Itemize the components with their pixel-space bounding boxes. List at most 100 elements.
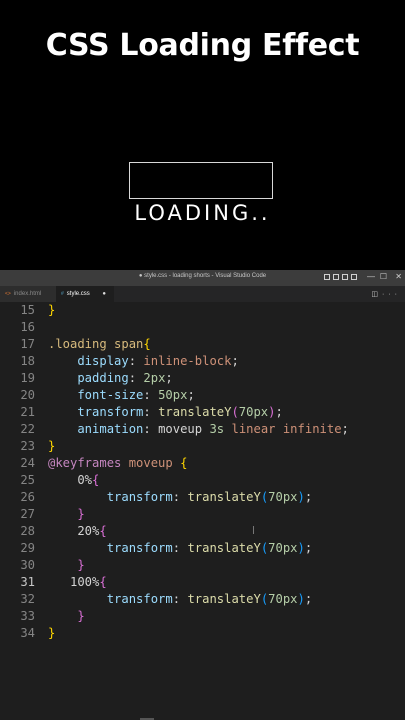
line-number: 24 <box>20 456 35 470</box>
customize-layout-icon[interactable] <box>351 274 357 280</box>
code-text: display: inline-block; <box>48 353 239 370</box>
code-line[interactable]: 16 <box>0 319 405 336</box>
code-token: inline-block <box>143 354 232 368</box>
code-line[interactable]: 34} <box>0 625 405 642</box>
code-line[interactable]: 20 font-size: 50px; <box>0 387 405 404</box>
close-icon[interactable]: ✕ <box>395 272 402 281</box>
code-token: 2px <box>143 371 166 385</box>
code-token: 100% <box>48 575 100 589</box>
code-token: : <box>143 422 159 436</box>
code-token: translateY <box>187 541 261 555</box>
unsaved-dot-icon[interactable]: ● <box>102 286 106 302</box>
line-number: 21 <box>20 405 35 419</box>
line-number: 22 <box>20 422 35 436</box>
code-token: } <box>48 609 85 623</box>
code-token: ; <box>304 592 313 606</box>
line-number: 32 <box>20 592 35 606</box>
code-line[interactable]: 28 20%{ <box>0 523 405 540</box>
code-text: transform: translateY(70px); <box>48 489 313 506</box>
minimize-icon[interactable]: — <box>367 272 375 281</box>
toggle-sidebar-icon[interactable] <box>324 274 330 280</box>
vscode-window: ● style.css - loading shorts - Visual St… <box>0 270 405 720</box>
editor-actions: ◫··· <box>371 290 401 298</box>
code-text: .loading span{ <box>48 336 151 353</box>
code-token: padding <box>48 371 129 385</box>
css-file-icon: # <box>61 291 64 297</box>
code-text: } <box>48 506 85 523</box>
code-line[interactable]: 21 transform: translateY(70px); <box>0 404 405 421</box>
line-number: 17 <box>20 337 35 351</box>
line-number: 16 <box>20 320 35 334</box>
code-line[interactable]: 18 display: inline-block; <box>0 353 405 370</box>
maximize-icon[interactable]: ☐ <box>380 272 387 281</box>
tab-bar: <> index.html # style.css ● ◫··· <box>0 286 405 302</box>
code-token: ; <box>187 388 195 402</box>
code-line[interactable]: 26 transform: translateY(70px); <box>0 489 405 506</box>
code-token: font-size <box>48 388 144 402</box>
line-number: 23 <box>20 439 35 453</box>
code-line[interactable]: 19 padding: 2px; <box>0 370 405 387</box>
code-line[interactable]: 23} <box>0 438 405 455</box>
code-token: ; <box>165 371 173 385</box>
code-token: : <box>172 490 188 504</box>
code-line[interactable]: 32 transform: translateY(70px); <box>0 591 405 608</box>
code-editor[interactable]: 15} 16 17 .loading span{18 display: inline-… <box>0 302 405 642</box>
code-token: 0% <box>48 473 93 487</box>
code-token: { <box>99 575 107 589</box>
layout-controls <box>324 274 357 280</box>
line-number: 25 <box>20 473 35 487</box>
code-token: } <box>48 558 85 572</box>
code-token: 70px <box>238 405 269 419</box>
code-token: .loading span <box>48 337 144 351</box>
code-token: { <box>92 473 100 487</box>
code-token: translateY <box>187 592 261 606</box>
line-number: 20 <box>20 388 35 402</box>
code-token: : <box>128 371 144 385</box>
toggle-secondary-sidebar-icon[interactable] <box>342 274 348 280</box>
code-token: } <box>48 507 85 521</box>
code-line[interactable]: 30 } <box>0 557 405 574</box>
code-text: } <box>48 608 85 625</box>
code-token: ) <box>297 490 305 504</box>
toggle-panel-icon[interactable] <box>333 274 339 280</box>
line-number: 29 <box>20 541 35 555</box>
code-line[interactable]: 27 } <box>0 506 405 523</box>
code-text: font-size: 50px; <box>48 387 195 404</box>
code-line[interactable]: 33 } <box>0 608 405 625</box>
code-text: } <box>48 302 55 319</box>
code-token: ) <box>297 541 305 555</box>
tab-label: index.html <box>13 291 42 297</box>
code-token: 20% <box>48 524 100 538</box>
more-actions-icon[interactable]: ··· <box>382 291 401 298</box>
line-number: 27 <box>20 507 35 521</box>
code-token: ; <box>275 405 283 419</box>
code-line[interactable]: 31 100%{ <box>0 574 405 591</box>
tab-index-html[interactable]: <> index.html <box>0 286 56 302</box>
code-token: ; <box>231 354 239 368</box>
code-text: 20%{ <box>48 523 106 540</box>
line-number: 19 <box>20 371 35 385</box>
code-token: } <box>48 626 56 640</box>
code-line[interactable]: 15} <box>0 302 405 319</box>
code-token: : <box>128 354 144 368</box>
code-token: transform <box>48 490 173 504</box>
code-token: translateY <box>187 490 261 504</box>
split-editor-icon[interactable]: ◫ <box>371 291 382 298</box>
tab-style-css[interactable]: # style.css ● <box>56 286 114 302</box>
code-line[interactable]: 24 @keyframes moveup { <box>0 455 405 472</box>
code-line[interactable]: 22 animation: moveup 3s linear infinite; <box>0 421 405 438</box>
line-number: 15 <box>20 303 35 317</box>
code-line[interactable]: 25 0%{ <box>0 472 405 489</box>
code-token: { <box>180 456 188 470</box>
code-token: animation <box>48 422 144 436</box>
code-text: 100%{ <box>48 574 107 591</box>
line-number: 26 <box>20 490 35 504</box>
code-line[interactable]: 17 .loading span{ <box>0 336 405 353</box>
line-number: 28 <box>20 524 35 538</box>
code-token: ) <box>268 405 276 419</box>
code-token: ; <box>341 422 349 436</box>
code-line[interactable]: 29 transform: translateY(70px); <box>0 540 405 557</box>
code-token: : <box>143 388 159 402</box>
code-token: 3s <box>209 422 225 436</box>
code-token: transform <box>48 541 173 555</box>
